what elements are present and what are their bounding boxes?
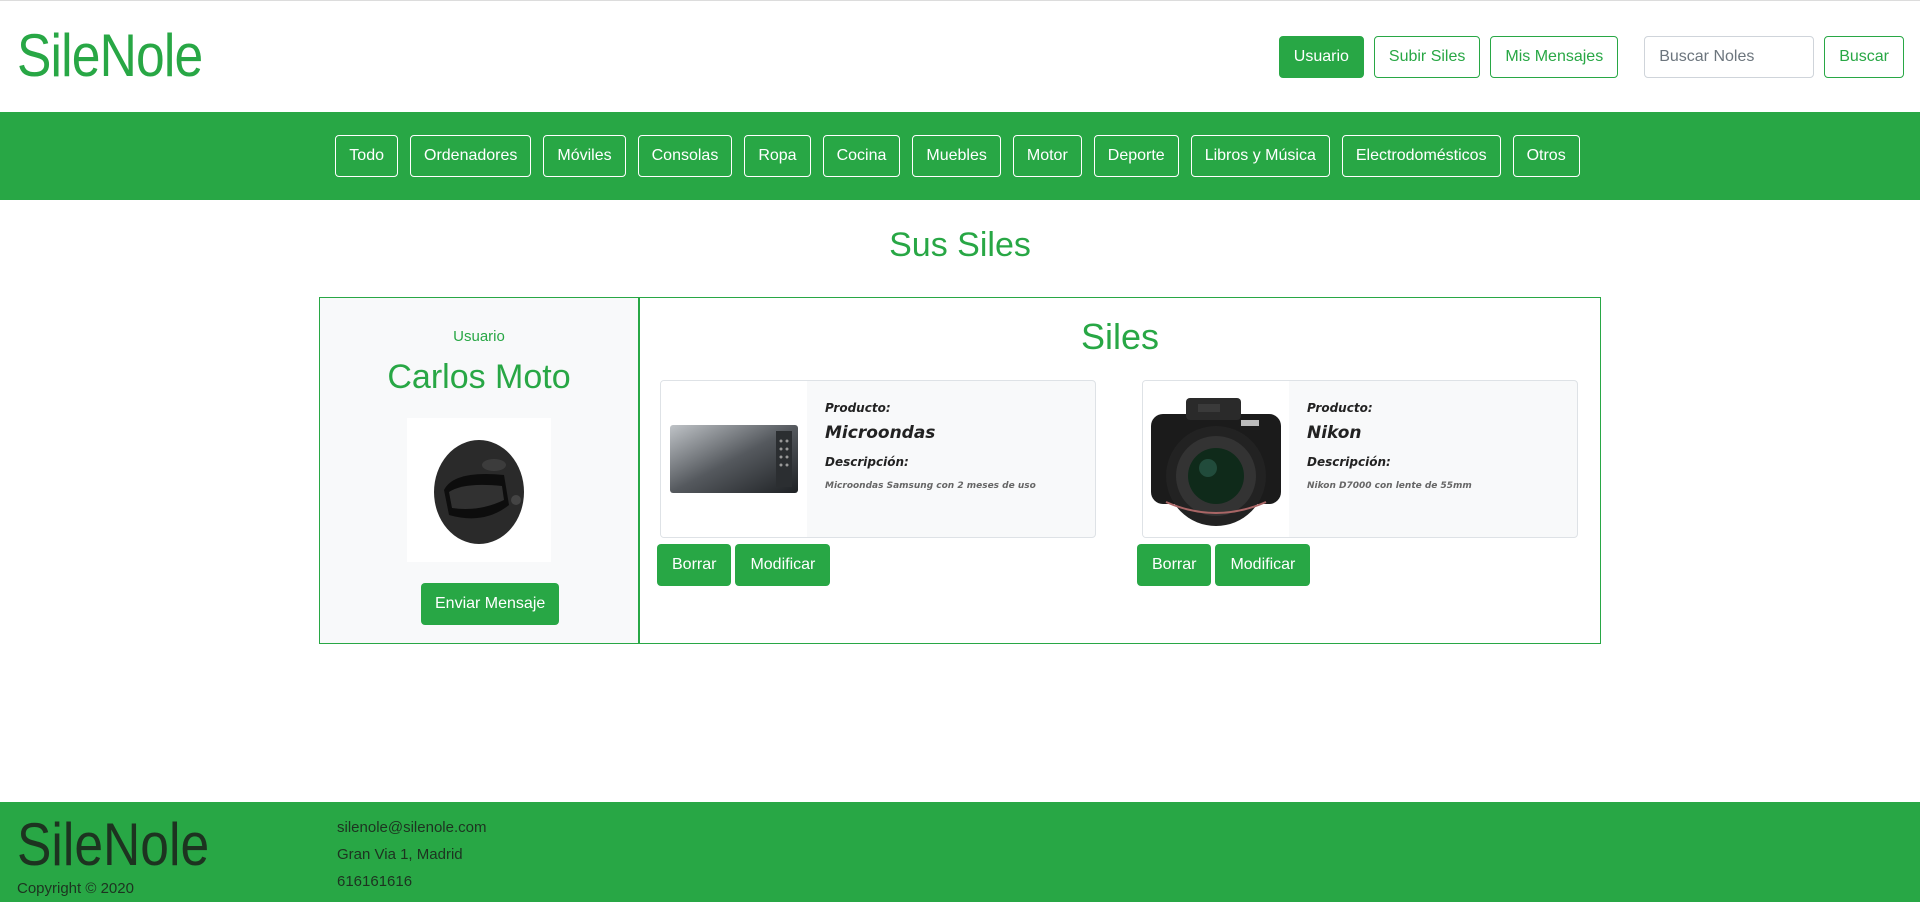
category-motor[interactable]: Motor: [1012, 135, 1082, 177]
category-muebles[interactable]: Muebles: [912, 135, 1001, 177]
item-card[interactable]: Producto: Microondas Descripción: Microo…: [660, 380, 1096, 538]
item-details: Producto: Nikon Descripción: Nikon D7000…: [1289, 381, 1490, 537]
microwave-icon: [670, 425, 798, 493]
product-description: Microondas Samsung con 2 meses de uso: [825, 481, 1036, 491]
product-label: Producto:: [1307, 401, 1373, 415]
edit-button[interactable]: Modificar: [735, 544, 831, 586]
helmet-icon: [434, 440, 524, 544]
contact-phone: 616161616: [337, 873, 413, 890]
user-name: Carlos Moto: [387, 358, 571, 396]
items-section: Siles Producto: Microondas Descripción: …: [640, 298, 1600, 643]
subir-siles-button[interactable]: Subir Siles: [1373, 36, 1481, 78]
contact-email[interactable]: silenole@silenole.com: [337, 814, 486, 841]
page-title: Sus Siles: [889, 226, 1031, 264]
product-name: Microondas: [825, 423, 936, 443]
description-label: Descripción:: [1307, 455, 1391, 469]
top-header: SileNole Usuario Subir Siles Mis Mensaje…: [0, 0, 1920, 112]
edit-button[interactable]: Modificar: [1215, 544, 1311, 586]
avatar: [407, 418, 551, 562]
contact-info: silenole@silenole.com Gran Via 1, Madrid…: [337, 814, 486, 895]
delete-button[interactable]: Borrar: [1137, 544, 1212, 586]
item-image: [661, 381, 807, 537]
user-label: Usuario: [453, 328, 505, 345]
user-profile-card: Usuario Carlos Moto Enviar Mensaje: [320, 298, 640, 643]
category-ordenadores[interactable]: Ordenadores: [410, 135, 532, 177]
category-ropa[interactable]: Ropa: [744, 135, 811, 177]
delete-button[interactable]: Borrar: [657, 544, 732, 586]
product-name: Nikon: [1307, 423, 1362, 443]
category-otros[interactable]: Otros: [1512, 135, 1580, 177]
site-logo[interactable]: SileNole: [17, 21, 203, 90]
category-cocina[interactable]: Cocina: [822, 135, 901, 177]
send-message-button[interactable]: Enviar Mensaje: [421, 583, 560, 625]
user-items-panel: Usuario Carlos Moto Enviar Mensaje Siles: [319, 297, 1601, 644]
contact-address: Gran Via 1, Madrid: [337, 846, 463, 863]
item-actions: Borrar Modificar: [1137, 544, 1311, 586]
usuario-button[interactable]: Usuario: [1278, 36, 1364, 78]
items-title: Siles: [1080, 316, 1160, 357]
item-image: [1143, 381, 1289, 537]
category-consolas[interactable]: Consolas: [637, 135, 733, 177]
copyright: Copyright © 2020: [17, 880, 134, 897]
category-moviles[interactable]: Móviles: [543, 135, 626, 177]
product-label: Producto:: [825, 401, 891, 415]
footer-logo: SileNole: [17, 811, 210, 878]
category-electrodomesticos[interactable]: Electrodomésticos: [1341, 135, 1501, 177]
item-card[interactable]: Producto: Nikon Descripción: Nikon D7000…: [1142, 380, 1578, 538]
search-button[interactable]: Buscar: [1824, 36, 1904, 78]
category-libros-musica[interactable]: Libros y Música: [1190, 135, 1330, 177]
category-bar: Todo Ordenadores Móviles Consolas Ropa C…: [0, 112, 1920, 200]
mis-mensajes-button[interactable]: Mis Mensajes: [1490, 36, 1619, 78]
footer: SileNole Copyright © 2020 silenole@silen…: [0, 802, 1920, 902]
search-input[interactable]: [1644, 36, 1815, 78]
category-todo[interactable]: Todo: [335, 135, 398, 177]
item-details: Producto: Microondas Descripción: Microo…: [807, 381, 1054, 537]
top-navigation: Usuario Subir Siles Mis Mensajes Buscar: [1278, 36, 1904, 78]
camera-icon: [1151, 398, 1281, 526]
description-label: Descripción:: [825, 455, 909, 469]
category-deporte[interactable]: Deporte: [1093, 135, 1179, 177]
product-description: Nikon D7000 con lente de 55mm: [1307, 481, 1472, 491]
item-actions: Borrar Modificar: [657, 544, 831, 586]
